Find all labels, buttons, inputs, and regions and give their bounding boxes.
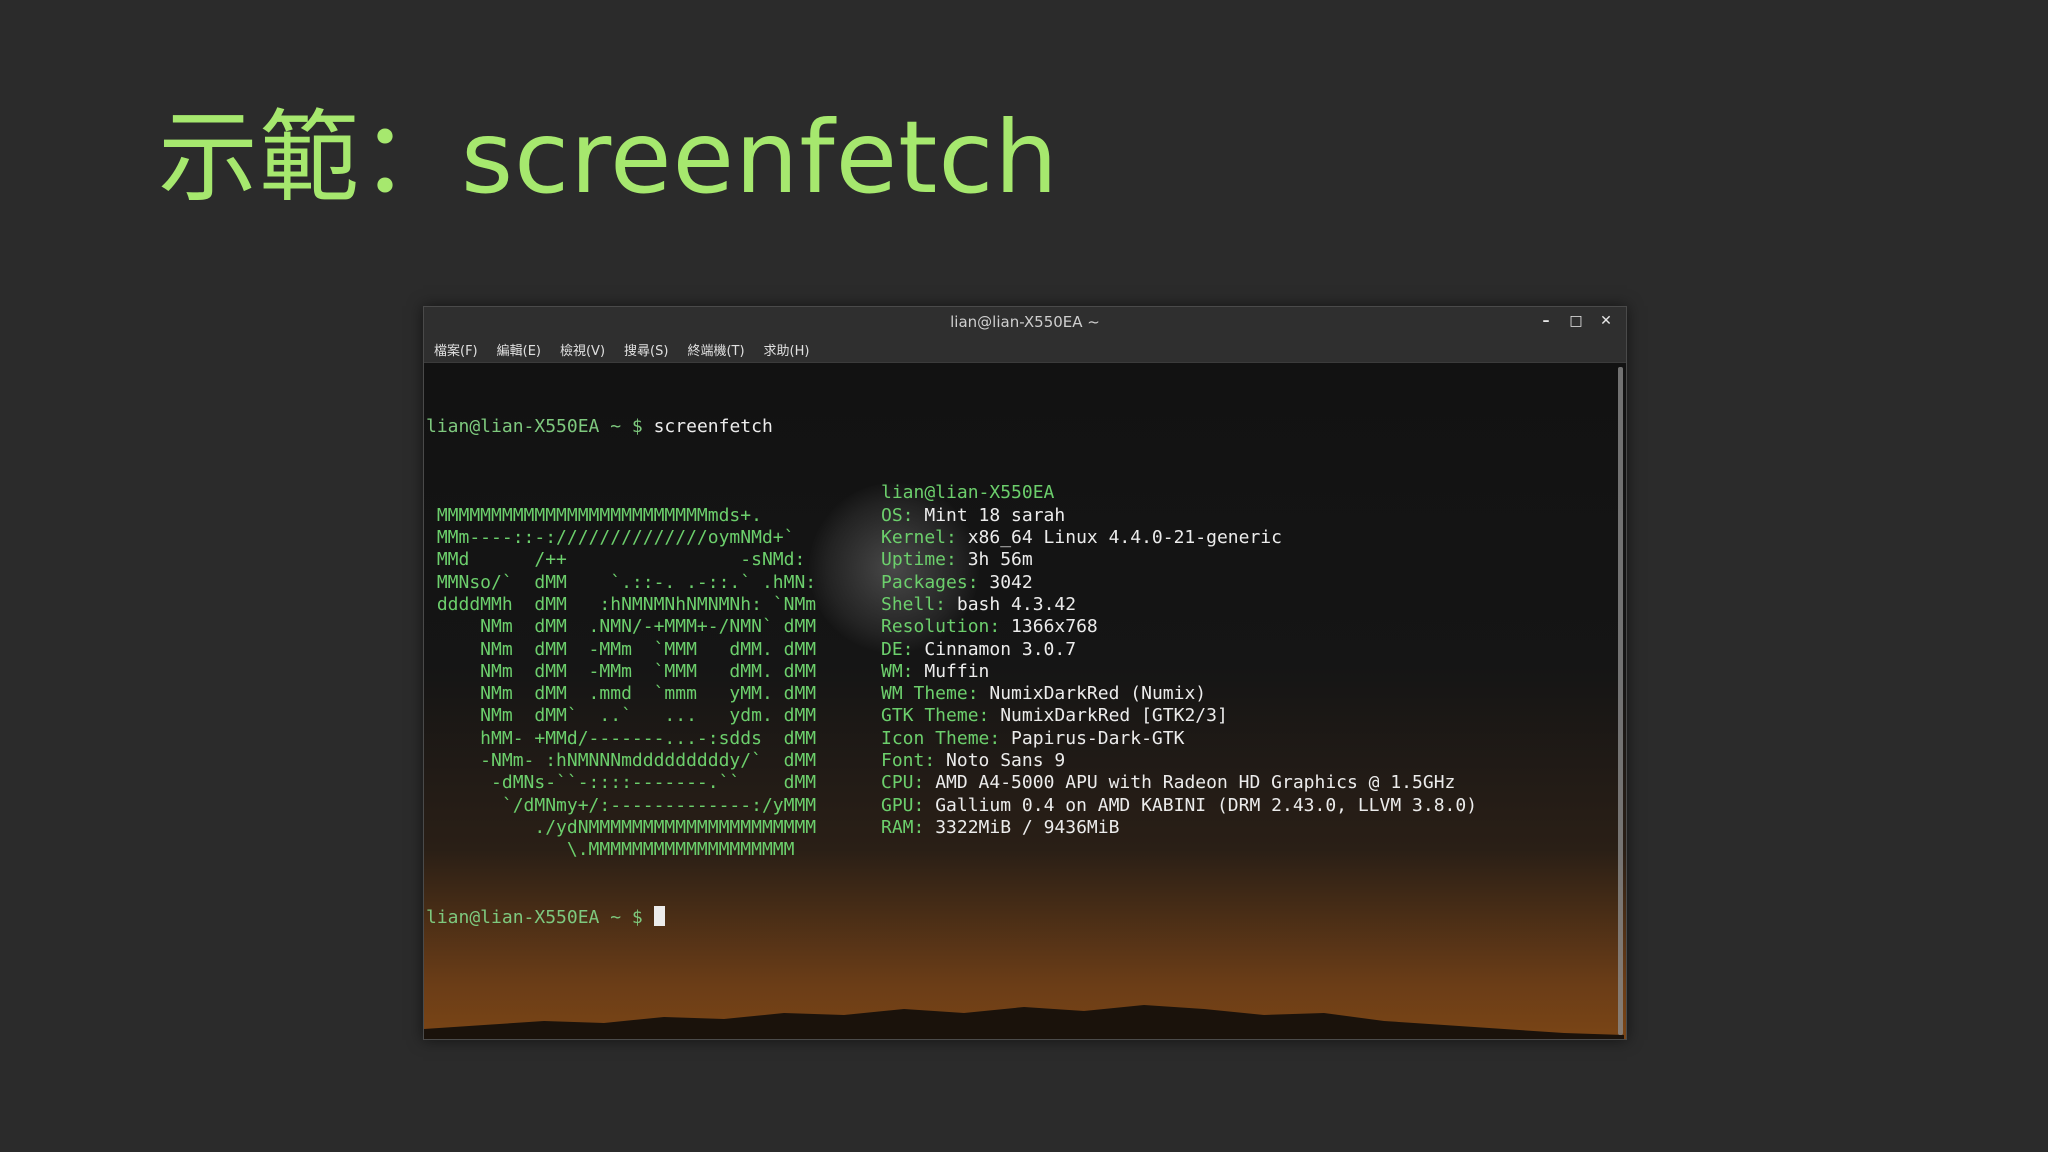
info-key: RAM: bbox=[881, 816, 925, 838]
info-key: Font: bbox=[881, 750, 936, 772]
info-line: OS: Mint 18 sarah​ bbox=[881, 505, 1477, 527]
command-line: lian@lian-X550EA ~ $ screenfetch bbox=[426, 416, 1614, 438]
menu-bar: 檔案(F) 編輯(E) 檢視(V) 搜尋(S) 終端機(T) 求助(H) bbox=[424, 337, 1626, 363]
window-titlebar[interactable]: lian@lian-X550EA ~ – □ ✕ bbox=[424, 307, 1626, 337]
menu-terminal[interactable]: 終端機(T) bbox=[687, 340, 744, 359]
info-line: Uptime: 3h 56m​ bbox=[881, 549, 1477, 571]
window-title: lian@lian-X550EA ~ bbox=[950, 313, 1100, 331]
info-line: CPU: AMD A4-5000 APU with Radeon HD Grap… bbox=[881, 772, 1477, 794]
info-line: WM: Muffin​ bbox=[881, 661, 1477, 683]
scrollbar[interactable] bbox=[1618, 367, 1623, 1035]
info-line: Icon Theme: Papirus-Dark-GTK​ bbox=[881, 728, 1477, 750]
info-key: OS: bbox=[881, 504, 914, 526]
info-line: lian@lian-X550EA​ bbox=[881, 482, 1477, 504]
info-key: CPU: bbox=[881, 772, 925, 794]
logo-line: MMm----::-://////////////oymNMd+` bbox=[426, 527, 795, 549]
menu-edit[interactable]: 編輯(E) bbox=[497, 340, 541, 359]
logo-line: hMM- +MMd/-------...-:sdds dMM bbox=[426, 727, 817, 749]
logo-line: NMm dMM .NMN/-+MMM+-/NMN` dMM bbox=[426, 616, 817, 638]
info-value: Cinnamon 3.0.7 bbox=[913, 638, 1077, 660]
info-line: Resolution: 1366x768​ bbox=[881, 616, 1477, 638]
info-line: GPU: Gallium 0.4 on AMD KABINI (DRM 2.43… bbox=[881, 795, 1477, 817]
menu-help[interactable]: 求助(H) bbox=[764, 340, 810, 359]
info-value: Papirus-Dark-GTK bbox=[1000, 727, 1185, 749]
slide-title: 示範：screenfetch bbox=[158, 99, 1059, 216]
logo-line: ./ydNMMMMMMMMMMMMMMMMMMMMM bbox=[426, 816, 817, 838]
info-key: Packages: bbox=[881, 571, 979, 593]
info-value: bash 4.3.42 bbox=[946, 593, 1077, 615]
info-value: Noto Sans 9 bbox=[935, 750, 1066, 772]
logo-line: NMm dMM -MMm `MMM dMM. dMM bbox=[426, 660, 817, 682]
info-key: GTK Theme: bbox=[881, 705, 990, 727]
info-value: NumixDarkRed [GTK2/3] bbox=[989, 705, 1228, 727]
info-key: Resolution: bbox=[881, 616, 1001, 638]
info-value: NumixDarkRed (Numix) bbox=[978, 683, 1207, 705]
logo-line: ddddMMh dMM :hNMNMNhNMNMNh: `NMm bbox=[426, 593, 817, 615]
logo-line: \.MMMMMMMMMMMMMMMMMMM bbox=[426, 839, 795, 861]
info-line: WM Theme: NumixDarkRed (Numix)​ bbox=[881, 683, 1477, 705]
logo-line: ​ bbox=[426, 482, 881, 504]
info-line: GTK Theme: NumixDarkRed [GTK2/3]​ bbox=[881, 705, 1477, 727]
info-line: ​ bbox=[881, 839, 1477, 861]
prompt: lian@lian-X550EA ~ $ bbox=[426, 907, 643, 929]
screenfetch-output: ​ MMMMMMMMMMMMMMMMMMMMMMMMMmds+. MMm----… bbox=[426, 482, 1614, 861]
close-icon[interactable]: ✕ bbox=[1596, 311, 1616, 331]
info-key: DE: bbox=[881, 638, 914, 660]
info-value: Mint 18 sarah bbox=[913, 504, 1066, 526]
logo-line: NMm dMM` ..` ... ydm. dMM bbox=[426, 705, 817, 727]
info-line: Shell: bash 4.3.42​ bbox=[881, 594, 1477, 616]
logo-line: NMm dMM .mmd `mmm yMM. dMM bbox=[426, 683, 817, 705]
terminal-output: lian@lian-X550EA ~ $ screenfetch ​ MMMMM… bbox=[426, 371, 1614, 974]
info-line: DE: Cinnamon 3.0.7​ bbox=[881, 639, 1477, 661]
logo-line: -dMNs-``-::::-------.`` dMM bbox=[426, 772, 817, 794]
info-value: x86_64 Linux 4.4.0-21-generic bbox=[956, 527, 1282, 549]
prompt-line: lian@lian-X550EA ~ $ bbox=[426, 906, 1614, 929]
logo-line: `/dMNmy+/:-------------:/yMMM bbox=[426, 794, 817, 816]
info-line: RAM: 3322MiB / 9436MiB​ bbox=[881, 817, 1477, 839]
info-key: GPU: bbox=[881, 794, 925, 816]
info-key: WM: bbox=[881, 660, 914, 682]
info-value: lian@lian-X550EA bbox=[881, 482, 1055, 504]
info-line: Font: Noto Sans 9​ bbox=[881, 750, 1477, 772]
info-value: Muffin bbox=[913, 660, 990, 682]
wallpaper-hills bbox=[424, 1005, 1624, 1039]
prompt: lian@lian-X550EA ~ $ bbox=[426, 415, 643, 437]
menu-view[interactable]: 檢視(V) bbox=[560, 340, 605, 359]
ascii-logo: ​ MMMMMMMMMMMMMMMMMMMMMMMMMmds+. MMm----… bbox=[426, 482, 881, 861]
maximize-icon[interactable]: □ bbox=[1566, 311, 1586, 331]
info-value: 3322MiB / 9436MiB bbox=[924, 816, 1120, 838]
info-key: Kernel: bbox=[881, 527, 957, 549]
minimize-icon[interactable]: – bbox=[1536, 311, 1556, 331]
terminal-window[interactable]: lian@lian-X550EA ~ – □ ✕ 檔案(F) 編輯(E) 檢視(… bbox=[423, 306, 1627, 1040]
terminal-area[interactable]: lian@lian-X550EA ~ $ screenfetch ​ MMMMM… bbox=[424, 363, 1626, 1039]
info-value: Gallium 0.4 on AMD KABINI (DRM 2.43.0, L… bbox=[924, 794, 1478, 816]
text-cursor bbox=[653, 906, 665, 927]
info-value: AMD A4-5000 APU with Radeon HD Graphics … bbox=[924, 772, 1456, 794]
logo-line: MMMMMMMMMMMMMMMMMMMMMMMMMmds+. bbox=[426, 504, 762, 526]
system-info: lian@lian-X550EA​OS: Mint 18 sarah​Kerne… bbox=[881, 482, 1477, 861]
command-text: screenfetch bbox=[653, 415, 773, 437]
info-value: 3042 bbox=[978, 571, 1033, 593]
info-line: Kernel: x86_64 Linux 4.4.0-21-generic​ bbox=[881, 527, 1477, 549]
logo-line: NMm dMM -MMm `MMM dMM. dMM bbox=[426, 638, 817, 660]
info-key: Uptime: bbox=[881, 549, 957, 571]
info-key: Shell: bbox=[881, 593, 947, 615]
info-key: Icon Theme: bbox=[881, 727, 1001, 749]
logo-line: -NMm- :hNMNNNmdddddddddy/` dMM bbox=[426, 750, 817, 772]
menu-search[interactable]: 搜尋(S) bbox=[624, 340, 668, 359]
info-value: 3h 56m bbox=[956, 549, 1033, 571]
logo-line: MMd /++ -sNMd: bbox=[426, 549, 806, 571]
window-controls: – □ ✕ bbox=[1536, 311, 1616, 331]
info-line: Packages: 3042​ bbox=[881, 572, 1477, 594]
menu-file[interactable]: 檔案(F) bbox=[434, 340, 478, 359]
info-value: 1366x768 bbox=[1000, 616, 1098, 638]
info-key: WM Theme: bbox=[881, 683, 979, 705]
logo-line: MMNso/` dMM `.::-. .-::.` .hMN: bbox=[426, 571, 817, 593]
